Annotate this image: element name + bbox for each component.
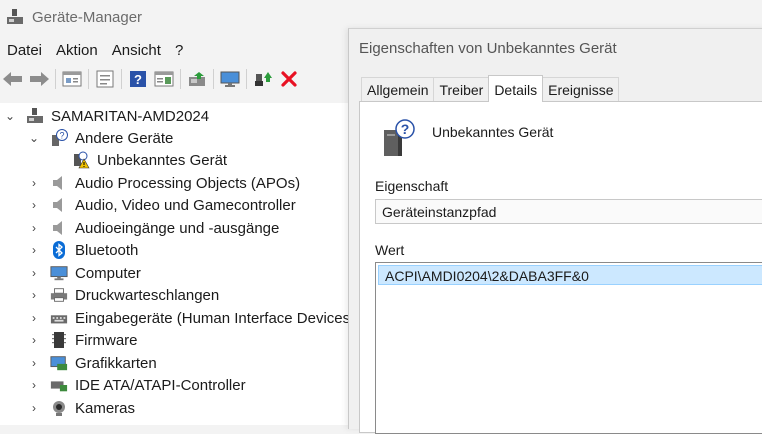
tree-item-label: Andere Geräte [75, 129, 174, 147]
tab-treiber[interactable]: Treiber [433, 77, 490, 101]
camera-icon [50, 399, 68, 417]
speaker-icon [50, 219, 68, 237]
unknown-device-icon: ? [382, 118, 418, 158]
monitor-icon [50, 264, 68, 282]
property-label: Eigenschaft [375, 178, 449, 194]
tree-root-label: SAMARITAN-AMD2024 [51, 107, 210, 125]
printer-icon [50, 286, 68, 304]
keyboard-icon [50, 309, 68, 327]
properties-icon[interactable] [59, 67, 85, 91]
chevron-down-icon[interactable]: ⌄ [4, 109, 16, 123]
chevron-down-icon[interactable]: ⌄ [28, 131, 40, 145]
chevron-right-icon[interactable]: › [28, 243, 40, 257]
menu-datei[interactable]: Datei [0, 40, 49, 62]
chevron-right-icon[interactable]: › [28, 378, 40, 392]
tree-item-label: Audio, Video und Gamecontroller [75, 196, 296, 214]
chevron-right-icon[interactable]: › [28, 333, 40, 347]
tree-item-unbekanntes-geraet[interactable]: Unbekanntes Gerät [72, 149, 227, 171]
computer-tower-icon [26, 107, 44, 125]
tree-item-audioeingaenge[interactable]: › Audioeingänge und -ausgänge [28, 217, 279, 239]
value-list[interactable]: ACPI\AMDI0204\2&DABA3FF&0 [375, 262, 762, 434]
help-icon[interactable]: ? [125, 67, 151, 91]
tree-item-bluetooth[interactable]: › Bluetooth [28, 239, 138, 261]
value-entry[interactable]: ACPI\AMDI0204\2&DABA3FF&0 [378, 265, 762, 285]
tab-allgemein[interactable]: Allgemein [361, 77, 435, 101]
update-driver-icon[interactable] [184, 67, 210, 91]
tree-item-computer[interactable]: › Computer [28, 262, 141, 284]
tree-item-label: Audioeingänge und -ausgänge [75, 219, 280, 237]
speaker-icon [50, 196, 68, 214]
tree-root[interactable]: ⌄ SAMARITAN-AMD2024 [4, 105, 209, 127]
value-label: Wert [375, 242, 405, 258]
tree-item-label: Unbekanntes Gerät [97, 151, 228, 169]
toolbar-separator [213, 69, 214, 89]
tree-item-label: Audio Processing Objects (APOs) [75, 174, 301, 192]
toolbar-separator [246, 69, 247, 89]
device-tree: ⌄ SAMARITAN-AMD2024 ⌄ ? Andere Geräte Un… [0, 103, 355, 425]
window-title: Geräte-Manager [32, 8, 143, 26]
tree-item-label: Bluetooth [75, 241, 139, 259]
tree-item-label: Eingabegeräte (Human Interface Devices) [75, 309, 356, 327]
speaker-icon [50, 174, 68, 192]
details-panel: ? Unbekanntes Gerät Eigenschaft Gerätein… [359, 101, 762, 434]
bluetooth-icon [50, 241, 68, 259]
device-manager-icon [6, 8, 24, 26]
unknown-device-icon: ? [50, 129, 68, 147]
tree-item-kameras[interactable]: › Kameras [28, 397, 135, 419]
tree-item-grafikkarten[interactable]: › Grafikkarten [28, 352, 157, 374]
list-icon[interactable] [92, 67, 118, 91]
enable-device-icon[interactable] [250, 67, 276, 91]
svg-text:?: ? [134, 72, 142, 87]
tree-item-ide-ata[interactable]: › IDE ATA/ATAPI-Controller [28, 374, 246, 396]
uninstall-icon[interactable] [276, 67, 302, 91]
chevron-right-icon[interactable]: › [28, 266, 40, 280]
dialog-tabs: Allgemein Treiber Details Ereignisse [361, 75, 620, 102]
menu-bar: Datei Aktion Ansicht ? [0, 40, 190, 62]
tree-item-firmware[interactable]: › Firmware [28, 329, 138, 351]
monitor-icon[interactable] [217, 67, 243, 91]
back-arrow-icon[interactable] [0, 67, 26, 91]
forward-arrow-icon[interactable] [26, 67, 52, 91]
controller-icon [50, 376, 68, 394]
tree-item-label: Druckwarteschlangen [75, 286, 220, 304]
tree-item-label: Grafikkarten [75, 354, 157, 372]
chevron-right-icon[interactable]: › [28, 221, 40, 235]
toolbar: ? [0, 66, 302, 92]
chevron-right-icon[interactable]: › [28, 311, 40, 325]
tree-item-label: IDE ATA/ATAPI-Controller [75, 376, 246, 394]
tree-item-andere-geraete[interactable]: ⌄ ? Andere Geräte [28, 127, 173, 149]
tree-item-label: Firmware [75, 331, 138, 349]
menu-help[interactable]: ? [168, 40, 190, 62]
tree-item-audio-video[interactable]: › Audio, Video und Gamecontroller [28, 194, 296, 216]
chip-icon [50, 331, 68, 349]
svg-text:?: ? [401, 121, 410, 137]
display-adapter-icon [50, 354, 68, 372]
view-icon[interactable] [151, 67, 177, 91]
menu-ansicht[interactable]: Ansicht [105, 40, 168, 62]
chevron-right-icon[interactable]: › [28, 176, 40, 190]
toolbar-separator [180, 69, 181, 89]
chevron-right-icon[interactable]: › [28, 198, 40, 212]
tree-item-label: Kameras [75, 399, 136, 417]
tab-details[interactable]: Details [488, 75, 544, 102]
tree-item-label: Computer [75, 264, 141, 282]
svg-text:?: ? [59, 131, 64, 141]
chevron-right-icon[interactable]: › [28, 288, 40, 302]
toolbar-separator [55, 69, 56, 89]
property-dropdown[interactable]: Geräteinstanzpfad [375, 199, 762, 224]
device-name: Unbekanntes Gerät [432, 124, 554, 140]
dialog-title: Eigenschaften von Unbekanntes Gerät [359, 40, 617, 57]
chevron-right-icon[interactable]: › [28, 401, 40, 415]
tree-item-druckwarteschlangen[interactable]: › Druckwarteschlangen [28, 284, 219, 306]
chevron-right-icon[interactable]: › [28, 356, 40, 370]
properties-dialog: Eigenschaften von Unbekanntes Gerät Allg… [348, 28, 762, 434]
menu-aktion[interactable]: Aktion [49, 40, 105, 62]
toolbar-separator [88, 69, 89, 89]
warning-device-icon [72, 151, 90, 169]
toolbar-separator [121, 69, 122, 89]
tree-item-eingabegeraete[interactable]: › Eingabegeräte (Human Interface Devices… [28, 307, 355, 329]
tab-ereignisse[interactable]: Ereignisse [542, 77, 620, 101]
tree-item-apos[interactable]: › Audio Processing Objects (APOs) [28, 172, 300, 194]
